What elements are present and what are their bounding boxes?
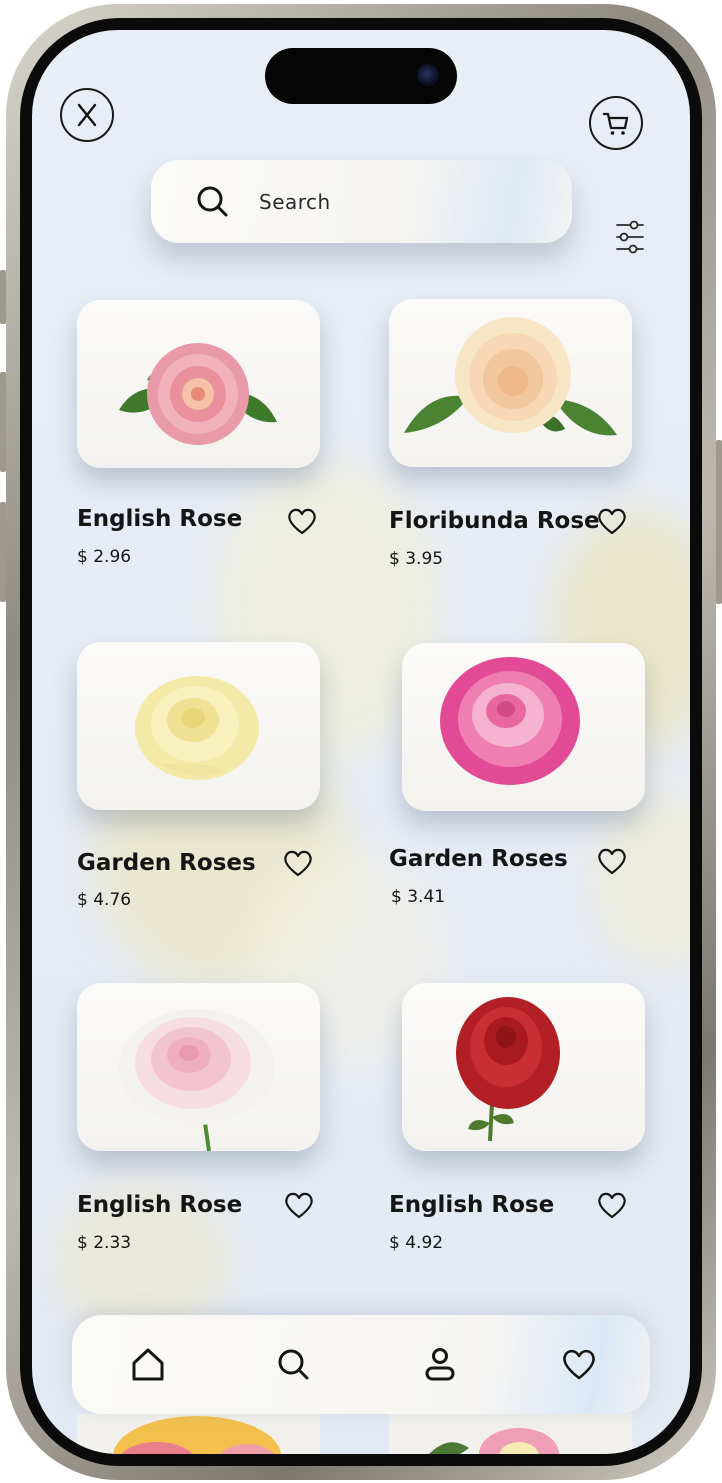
heart-icon[interactable] (286, 506, 318, 536)
close-icon (77, 103, 97, 127)
product-name: Garden Roses (77, 850, 256, 876)
product-card-image[interactable] (402, 983, 645, 1151)
heart-icon[interactable] (560, 1345, 598, 1383)
rose-image (404, 317, 617, 436)
close-button[interactable] (60, 88, 114, 142)
product-card-image[interactable] (402, 643, 645, 811)
product-price: $ 4.76 (77, 890, 132, 910)
product-card-image[interactable] (77, 642, 320, 810)
app-screen: Search English Rose $ 2.96 Floribunda Ro… (32, 30, 690, 1454)
product-card-image[interactable] (77, 1414, 320, 1454)
heart-icon[interactable] (596, 846, 628, 876)
bottom-navigation (72, 1315, 650, 1414)
power-button (716, 440, 722, 604)
product-name: Floribunda Rose (389, 508, 600, 534)
product-name: Garden Roses (389, 846, 568, 872)
rose-image (429, 1428, 559, 1454)
search-icon[interactable] (274, 1345, 312, 1383)
product-price: $ 4.92 (389, 1233, 444, 1253)
heart-icon[interactable] (596, 1190, 628, 1220)
action-button (0, 270, 6, 324)
filter-sliders-icon[interactable] (615, 219, 645, 255)
product-name: English Rose (389, 1192, 555, 1218)
rose-image (456, 997, 560, 1142)
volume-down-button (0, 502, 6, 602)
cart-button[interactable] (589, 96, 643, 150)
heart-icon[interactable] (283, 1190, 315, 1220)
product-price: $ 2.33 (77, 1233, 132, 1253)
search-bar[interactable]: Search (151, 160, 572, 243)
search-icon (197, 186, 228, 216)
product-name: English Rose (77, 1192, 243, 1218)
product-price: $ 3.95 (389, 549, 444, 569)
home-icon[interactable] (129, 1345, 167, 1383)
user-icon[interactable] (421, 1345, 459, 1383)
product-price: $ 3.41 (391, 887, 446, 907)
rose-image (119, 343, 277, 445)
rose-image (440, 657, 580, 785)
product-card-image[interactable] (77, 983, 320, 1151)
dynamic-island (265, 48, 457, 104)
search-input[interactable]: Search (259, 190, 331, 214)
background-flower (592, 790, 690, 970)
camera-icon (417, 64, 439, 86)
cart-icon (602, 112, 629, 135)
rose-image (119, 1009, 275, 1151)
product-card-image[interactable] (77, 300, 320, 468)
product-card-image[interactable] (389, 299, 632, 467)
product-price: $ 2.96 (77, 547, 132, 567)
heart-icon[interactable] (596, 506, 628, 536)
rose-image (135, 676, 259, 780)
product-card-image[interactable] (389, 1414, 632, 1454)
heart-icon[interactable] (282, 848, 314, 878)
volume-up-button (0, 372, 6, 472)
rose-image (113, 1416, 281, 1454)
product-name: English Rose (77, 506, 243, 532)
